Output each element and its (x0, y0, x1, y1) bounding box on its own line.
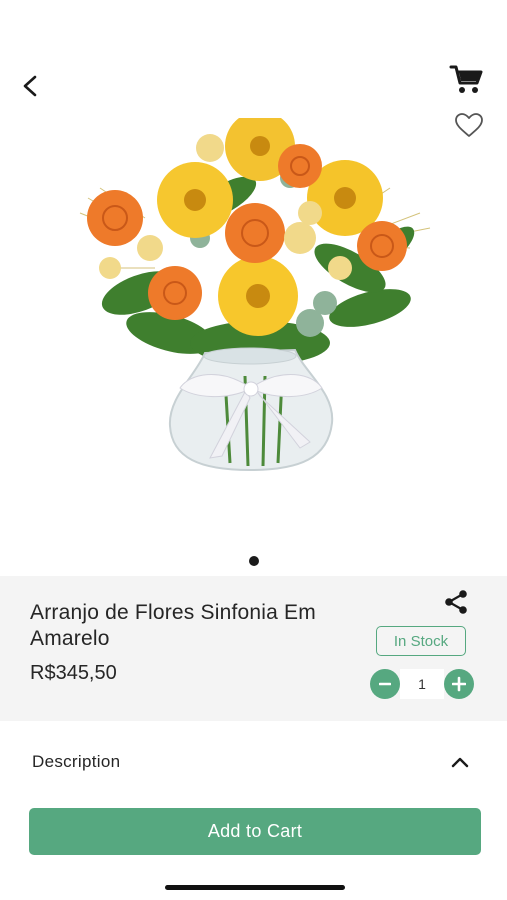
shopping-cart-icon (449, 65, 483, 93)
share-icon (445, 590, 467, 614)
description-toggle[interactable] (446, 748, 474, 776)
quantity-value[interactable]: 1 (400, 669, 444, 699)
decrease-quantity-button[interactable] (370, 669, 400, 699)
share-button[interactable] (440, 588, 472, 616)
increase-quantity-button[interactable] (444, 669, 474, 699)
cart-button[interactable] (446, 62, 488, 98)
plus-icon (451, 676, 467, 692)
stock-status-badge: In Stock (376, 626, 466, 656)
add-to-cart-label: Add to Cart (207, 821, 303, 841)
product-title: Arranjo de Flores Sinfonia Em Amarelo (30, 601, 316, 650)
description-label[interactable]: Description (32, 752, 120, 772)
carousel-indicator-dot[interactable] (249, 556, 259, 566)
product-image[interactable] (60, 118, 450, 488)
favorite-button[interactable] (450, 108, 488, 142)
back-button[interactable] (12, 70, 48, 102)
product-price: R$345,50 (30, 662, 117, 684)
home-indicator[interactable] (165, 885, 345, 890)
chevron-up-icon (451, 757, 469, 768)
heart-outline-icon (455, 113, 483, 137)
add-to-cart-button[interactable]: Add to Cart (29, 808, 481, 855)
minus-icon (378, 682, 392, 686)
chevron-left-icon (23, 75, 37, 97)
